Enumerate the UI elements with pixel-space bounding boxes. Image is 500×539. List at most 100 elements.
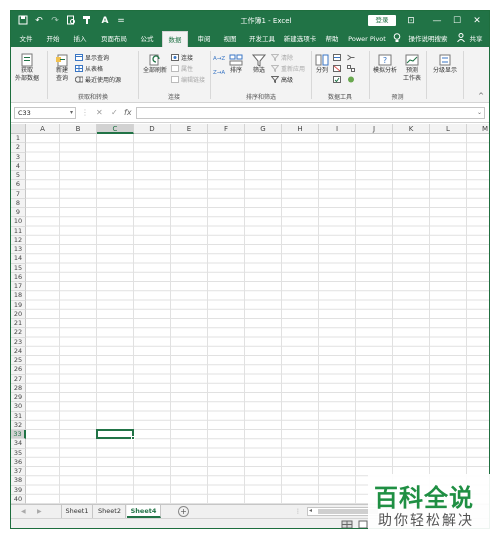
sheet-tab-sheet4[interactable]: Sheet4 [127, 505, 161, 518]
row-header-19[interactable]: 19 [11, 300, 26, 310]
row-header-26[interactable]: 26 [11, 365, 26, 375]
tab-home[interactable]: 开始 [41, 31, 65, 47]
ribbon-display-options-icon[interactable]: ⊡ [403, 14, 419, 28]
redo-icon[interactable]: ↷ [49, 15, 61, 27]
tab-developer[interactable]: 开发工具 [245, 31, 279, 47]
column-header-i[interactable]: I [319, 124, 356, 134]
row-header-13[interactable]: 13 [11, 245, 26, 255]
text-to-columns-button[interactable]: 分列 [313, 53, 331, 75]
remove-duplicates-icon[interactable] [333, 65, 343, 74]
row-header-23[interactable]: 23 [11, 337, 26, 347]
row-header-35[interactable]: 35 [11, 448, 26, 458]
row-header-32[interactable]: 32 [11, 420, 26, 430]
clear-filter-button[interactable]: 清除 [271, 54, 293, 63]
column-header-e[interactable]: E [171, 124, 208, 134]
sheet-tab-sheet1[interactable]: Sheet1 [61, 505, 93, 518]
from-table-button[interactable]: 从表格 [75, 65, 103, 74]
row-header-28[interactable]: 28 [11, 383, 26, 393]
scroll-left-icon[interactable]: ◂ [309, 507, 312, 514]
column-header-h[interactable]: H [282, 124, 319, 134]
row-header-24[interactable]: 24 [11, 346, 26, 356]
row-header-20[interactable]: 20 [11, 309, 26, 319]
row-header-37[interactable]: 37 [11, 467, 26, 477]
tab-power-pivot[interactable]: Power Pivot [345, 31, 389, 47]
filter-button[interactable]: 筛选 [249, 53, 269, 75]
reapply-button[interactable]: 重新应用 [271, 65, 305, 74]
row-header-7[interactable]: 7 [11, 189, 26, 199]
tab-insert[interactable]: 插入 [68, 31, 92, 47]
select-all-corner[interactable] [11, 124, 26, 134]
chevron-down-icon[interactable]: ▾ [70, 108, 73, 118]
row-header-29[interactable]: 29 [11, 393, 26, 403]
row-header-2[interactable]: 2 [11, 143, 26, 153]
tab-new-tab[interactable]: 新建选项卡 [281, 31, 319, 47]
undo-icon[interactable]: ↶ [33, 15, 45, 27]
fill-handle[interactable] [131, 436, 135, 441]
row-header-17[interactable]: 17 [11, 282, 26, 292]
new-query-button[interactable]: 新建 查询 [50, 53, 74, 83]
scroll-sheets-right-icon[interactable]: ▶ [37, 506, 42, 518]
get-external-data-button[interactable]: 获取 外部数据 [13, 53, 41, 83]
row-header-33[interactable]: 33 [11, 430, 26, 440]
formula-input[interactable]: ⌄ [136, 107, 485, 119]
tell-me-search[interactable]: 操作说明搜索 [403, 31, 453, 47]
signin-button[interactable]: 登录 [368, 15, 396, 26]
column-header-g[interactable]: G [245, 124, 282, 134]
connections-button[interactable]: 连接 [171, 54, 193, 63]
tab-page-layout[interactable]: 页面布局 [95, 31, 133, 47]
row-header-9[interactable]: 9 [11, 208, 26, 218]
selected-cell[interactable] [96, 429, 135, 441]
row-header-11[interactable]: 11 [11, 226, 26, 236]
tab-view[interactable]: 视图 [218, 31, 242, 47]
row-header-39[interactable]: 39 [11, 485, 26, 495]
column-header-a[interactable]: A [26, 124, 60, 134]
font-color-icon[interactable]: A [99, 15, 111, 27]
row-header-18[interactable]: 18 [11, 291, 26, 301]
what-if-analysis-button[interactable]: ? 模拟分析 [371, 53, 399, 75]
format-painter-icon[interactable] [81, 15, 93, 27]
row-header-38[interactable]: 38 [11, 476, 26, 486]
row-header-16[interactable]: 16 [11, 272, 26, 282]
sheet-tab-sheet2[interactable]: Sheet2 [94, 505, 126, 518]
sort-button[interactable]: 排序 [226, 53, 246, 75]
column-header-m[interactable]: M [467, 124, 489, 134]
properties-button[interactable]: 属性 [171, 65, 193, 74]
row-header-22[interactable]: 22 [11, 328, 26, 338]
row-header-25[interactable]: 25 [11, 356, 26, 366]
refresh-all-button[interactable]: 全部刷新 [140, 53, 170, 75]
row-header-8[interactable]: 8 [11, 198, 26, 208]
sort-ascending-button[interactable]: A→Z [213, 55, 225, 64]
flash-fill-icon[interactable] [333, 54, 343, 63]
sort-descending-button[interactable]: Z→A [213, 69, 225, 78]
row-header-30[interactable]: 30 [11, 402, 26, 412]
row-header-3[interactable]: 3 [11, 152, 26, 162]
row-header-10[interactable]: 10 [11, 217, 26, 227]
customize-icon[interactable]: = [115, 15, 127, 27]
row-header-15[interactable]: 15 [11, 263, 26, 273]
row-header-1[interactable]: 1 [11, 134, 26, 144]
tab-file[interactable]: 文件 [15, 31, 37, 47]
scroll-sheets-left-icon[interactable]: ◀ [21, 506, 26, 518]
confirm-entry-icon[interactable]: ✓ [111, 107, 118, 119]
row-header-5[interactable]: 5 [11, 171, 26, 181]
restore-button[interactable]: ☐ [449, 14, 465, 28]
column-header-j[interactable]: J [356, 124, 393, 134]
edit-links-button[interactable]: 编辑链接 [171, 76, 205, 85]
outline-button[interactable]: 分级显示 [429, 53, 461, 75]
expand-formula-icon[interactable]: ⌄ [477, 109, 482, 116]
column-header-b[interactable]: B [60, 124, 97, 134]
row-header-27[interactable]: 27 [11, 374, 26, 384]
insert-function-icon[interactable]: fx [124, 107, 132, 119]
row-header-12[interactable]: 12 [11, 235, 26, 245]
column-header-l[interactable]: L [430, 124, 467, 134]
column-header-c[interactable]: C [97, 124, 134, 134]
row-header-21[interactable]: 21 [11, 319, 26, 329]
forecast-sheet-button[interactable]: 预测 工作表 [401, 53, 423, 83]
collapse-ribbon-icon[interactable]: ^ [478, 92, 484, 100]
row-header-36[interactable]: 36 [11, 457, 26, 467]
cancel-entry-icon[interactable]: ✕ [96, 107, 103, 119]
recent-sources-button[interactable]: 最近使用的源 [75, 76, 121, 85]
tab-help[interactable]: 帮助 [321, 31, 343, 47]
add-sheet-button[interactable]: + [178, 506, 189, 517]
row-header-31[interactable]: 31 [11, 411, 26, 421]
